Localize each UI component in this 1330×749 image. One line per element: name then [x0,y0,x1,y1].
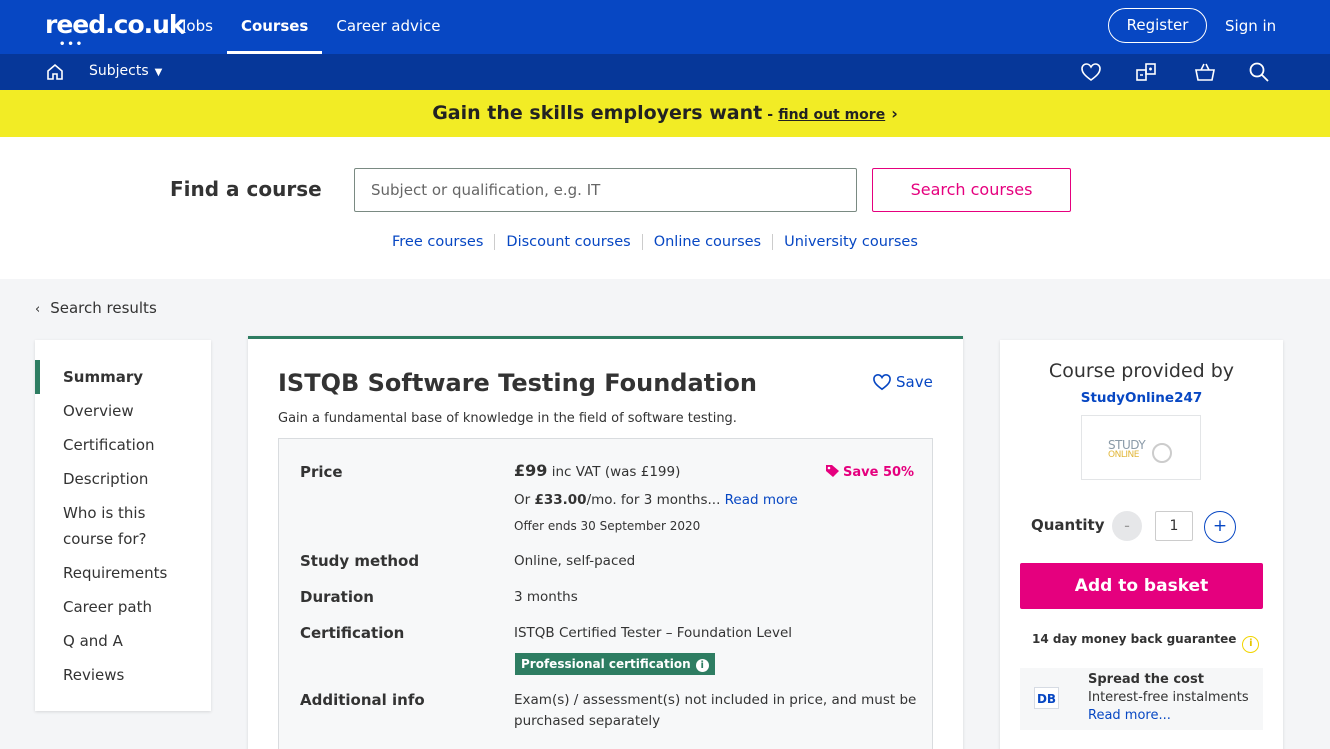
nav-jobs[interactable]: Jobs [168,0,227,54]
chevron-right-icon: › [891,104,898,123]
course-search-input[interactable] [354,168,857,212]
sidenav-q-and-a[interactable]: Q and A [63,628,123,654]
additional-info-line2: purchased separately [514,713,661,729]
chevron-down-icon: ▼ [154,67,163,78]
search-icon[interactable] [1248,61,1270,83]
top-navigation: reed.co.uk ••• Jobs Courses Career advic… [0,0,1330,54]
heart-icon [873,373,891,391]
sidenav-career-path[interactable]: Career path [63,594,152,620]
link-online-courses[interactable]: Online courses [641,234,772,250]
professional-certification-badge[interactable]: Professional certification i [515,653,715,675]
finance-prefix: Or [514,492,531,508]
secondary-nav: Subjects ▼ [0,54,1330,90]
active-indicator [35,360,40,394]
search-courses-button[interactable]: Search courses [872,168,1071,212]
info-icon: i [695,659,709,672]
home-icon[interactable] [45,62,65,82]
course-section-nav: Summary Overview Certification Descripti… [35,340,211,711]
quick-links: Free courses Discount courses Online cou… [381,234,929,250]
course-title: ISTQB Software Testing Foundation [278,369,757,397]
add-to-basket-button[interactable]: Add to basket [1020,563,1263,609]
spread-the-cost-box: DB Spread the cost Interest-free instalm… [1020,668,1263,730]
quantity-input[interactable] [1155,511,1193,541]
promo-find-out-more-link[interactable]: find out more [778,107,885,123]
basket-icon[interactable] [1194,61,1216,83]
logo-text: reed.co.uk [45,10,186,39]
spread-title: Spread the cost [1088,672,1204,687]
tag-icon [826,465,839,477]
finance-amount: £33.00 [534,492,587,508]
promo-separator: - [767,107,774,123]
compare-icon[interactable] [1135,61,1157,83]
additional-info-label: Additional info [300,691,425,709]
find-course-heading: Find a course [170,177,322,201]
spread-read-more-link[interactable]: Read more... [1088,708,1171,723]
price-label: Price [300,463,343,481]
price-amount: £99 [514,461,548,480]
save-course-button[interactable]: Save [872,373,933,391]
sidenav-who-is-this-for-line1[interactable]: Who is this [63,500,145,526]
nav-career-advice[interactable]: Career advice [322,0,454,54]
sidenav-reviews[interactable]: Reviews [63,662,124,688]
heart-icon[interactable] [1080,61,1102,83]
info-icon[interactable]: i [1242,636,1260,653]
sidenav-summary[interactable]: Summary [63,364,143,390]
offer-ends: Offer ends 30 September 2020 [514,519,701,533]
save-percent: Save 50% [843,465,915,480]
spread-subtitle: Interest-free instalments [1088,690,1249,705]
guarantee-text: 14 day money back guarantee [1032,632,1237,646]
sidenav-certification[interactable]: Certification [63,432,155,458]
provider-card: Course provided by StudyOnline247 STUDY … [1000,340,1283,749]
sidenav-description[interactable]: Description [63,466,148,492]
subjects-menu[interactable]: Subjects ▼ [89,63,162,79]
sidenav-who-is-this-for-line2[interactable]: course for? [63,526,147,552]
back-to-search-results[interactable]: ‹ Search results [35,299,157,317]
quantity-decrease-button[interactable]: - [1112,511,1142,541]
additional-info-line1: Exam(s) / assessment(s) not included in … [514,692,917,708]
provider-logo[interactable]: STUDY ONLINE [1081,415,1201,480]
register-button[interactable]: Register [1108,8,1207,43]
link-university-courses[interactable]: University courses [772,234,929,250]
save-label: Save [896,373,933,391]
certification-value: ISTQB Certified Tester – Foundation Leve… [514,625,793,641]
certification-label: Certification [300,624,405,642]
provider-heading: Course provided by [1048,360,1235,382]
provider-logo-mark [1152,443,1172,463]
back-label: Search results [50,299,157,317]
provider-logo-line2: ONLINE [1108,450,1139,460]
provider-name-link[interactable]: StudyOnline247 [1000,390,1283,406]
deko-logo: DB [1034,687,1059,709]
promo-banner: Gain the skills employers want - find ou… [0,90,1330,137]
price-vat: inc VAT (was £199) [551,464,681,480]
duration-label: Duration [300,588,374,606]
sidenav-requirements[interactable]: Requirements [63,560,167,586]
course-summary-card: ISTQB Software Testing Foundation Gain a… [248,336,963,749]
finance-suffix: /mo. for 3 months... [586,492,721,508]
study-method-label: Study method [300,552,420,570]
link-free-courses[interactable]: Free courses [381,234,494,250]
quantity-increase-button[interactable]: + [1204,511,1236,543]
reed-logo[interactable]: reed.co.uk ••• [45,10,186,50]
logo-dots: ••• [59,39,85,50]
link-discount-courses[interactable]: Discount courses [494,234,641,250]
course-search-section: Find a course Search courses Free course… [0,137,1330,279]
save-tag: Save 50% [825,464,914,480]
finance-line: Or £33.00/mo. for 3 months... Read more [514,492,798,508]
duration-value: 3 months [514,589,578,605]
course-details-panel: Price £99 inc VAT (was £199) Save 50% Or… [278,438,933,749]
primary-nav: Jobs Courses Career advice [168,0,455,54]
course-subtitle: Gain a fundamental base of knowledge in … [278,411,737,426]
signin-link[interactable]: Sign in [1225,17,1276,35]
sidenav-overview[interactable]: Overview [63,398,134,424]
nav-courses[interactable]: Courses [226,0,323,54]
subjects-label: Subjects [89,63,149,79]
cert-badge-label: Professional certification [521,657,691,671]
finance-read-more-link[interactable]: Read more [725,492,798,508]
quantity-label: Quantity [1031,516,1105,534]
money-back-guarantee: 14 day money back guarantee i [1032,632,1260,653]
study-method-value: Online, self-paced [514,553,636,569]
promo-headline: Gain the skills employers want [432,102,763,124]
price-value: £99 inc VAT (was £199) [514,461,680,480]
chevron-left-icon: ‹ [35,302,41,317]
